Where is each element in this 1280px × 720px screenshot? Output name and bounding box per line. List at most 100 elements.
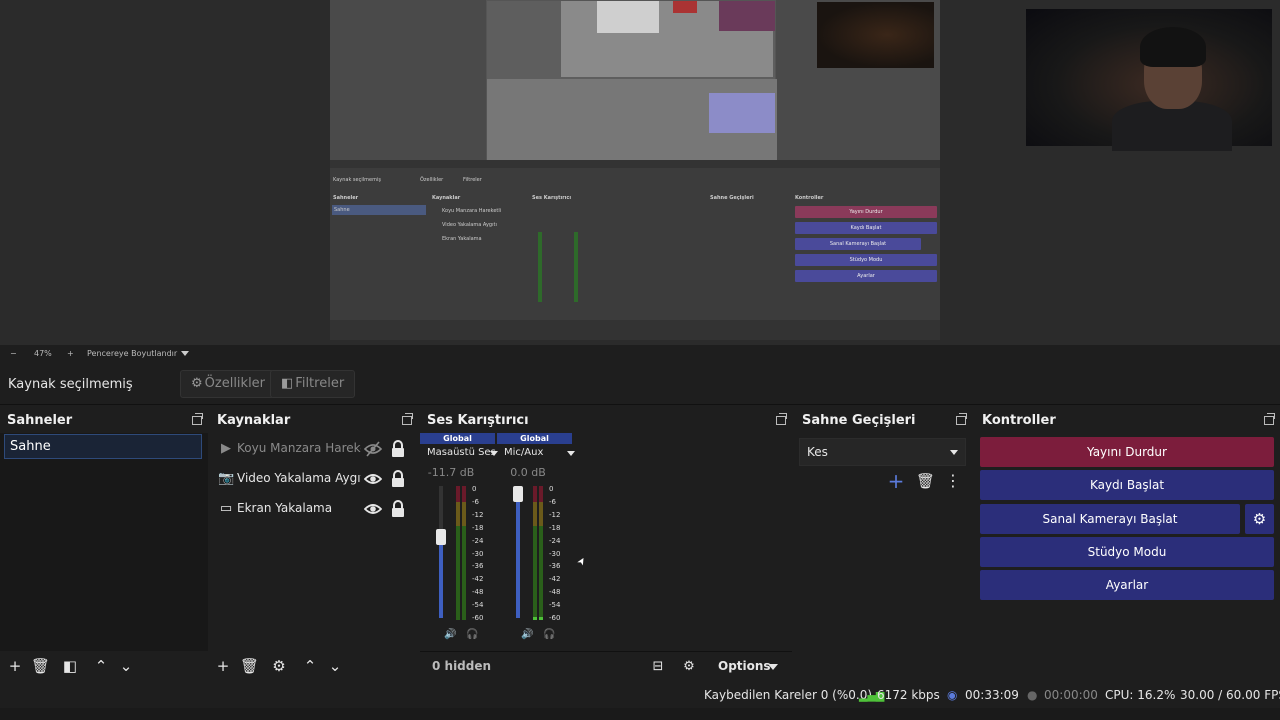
trash-icon[interactable]: 🗑	[916, 472, 935, 490]
preview-area[interactable]: Kaynak seçilmemiş Özellikler Filtreler S…	[0, 0, 1280, 345]
monitor-icon: ▭	[219, 501, 233, 516]
start-virtual-camera-button[interactable]: Sanal Kamerayı Başlat	[980, 504, 1240, 534]
scale-tick: -60	[472, 614, 484, 622]
transition-select[interactable]: Kes	[799, 438, 966, 466]
scale-tick: -24	[549, 536, 561, 545]
chevron-up-icon[interactable]: ⌃	[301, 657, 319, 675]
speaker-icon[interactable]: 🔊	[521, 629, 533, 640]
webcam-source-preview[interactable]	[1026, 9, 1272, 151]
lock-icon[interactable]	[391, 440, 405, 458]
audio-level-meter	[539, 486, 543, 620]
float-dock-icon[interactable]	[402, 413, 413, 425]
scale-tick: -6	[549, 497, 556, 506]
zoom-out-button[interactable]: −	[10, 349, 17, 358]
record-time: 00:00:00	[1044, 688, 1098, 702]
recording-icon: ●	[1027, 688, 1038, 702]
gear-icon: ⚙	[191, 376, 203, 391]
trash-icon[interactable]: 🗑	[240, 657, 259, 675]
nested-preview	[486, 0, 777, 161]
headphones-icon[interactable]: 🎧	[466, 629, 478, 640]
zoom-level: 47%	[34, 349, 52, 358]
fps: 30.00 / 60.00 FPS	[1180, 688, 1280, 702]
scale-tick: -18	[472, 523, 484, 532]
headphones-icon[interactable]: 🎧	[543, 629, 555, 640]
eye-hidden-icon[interactable]	[364, 441, 382, 457]
volume-fader[interactable]	[513, 486, 523, 618]
options-button[interactable]: Options	[709, 656, 783, 678]
scale-tick: -12	[472, 510, 484, 519]
audio-level-meter	[456, 486, 460, 620]
float-dock-icon[interactable]	[956, 413, 967, 425]
add-icon[interactable]: +	[214, 657, 232, 675]
scale-tick: -24	[472, 536, 484, 545]
filter-icon[interactable]: ◧	[61, 657, 79, 675]
chevron-down-icon[interactable]	[567, 451, 575, 456]
gear-icon[interactable]: ⚙	[270, 657, 288, 675]
channel-name[interactable]: Mic/Aux	[504, 447, 543, 458]
scene-item[interactable]: Sahne	[4, 434, 202, 459]
trash-icon[interactable]: 🗑	[31, 657, 50, 675]
source-item[interactable]: 📷 Video Yakalama Aygıtı	[216, 464, 412, 494]
volume-fill	[439, 535, 443, 618]
speaker-icon[interactable]: 🔊	[444, 629, 456, 640]
audio-level-meter	[462, 486, 466, 620]
start-recording-button[interactable]: Kaydı Başlat	[980, 470, 1274, 500]
add-icon[interactable]: +	[6, 657, 24, 675]
scale-tick: -18	[549, 523, 561, 532]
mixer-title: Ses Karıştırıcı	[427, 413, 529, 428]
volume-db: 0.0 dB	[510, 466, 546, 479]
filter-icon: ◧	[281, 376, 294, 391]
bitrate: 6172 kbps	[877, 688, 940, 702]
scale-tick: -36	[472, 562, 484, 571]
virtual-camera-settings-icon[interactable]: ⚙	[1245, 504, 1274, 534]
chevron-down-icon[interactable]: ⌄	[326, 657, 344, 675]
eye-icon[interactable]	[364, 471, 382, 487]
float-dock-icon[interactable]	[1264, 413, 1275, 425]
more-vertical-icon[interactable]: ⋮	[944, 472, 962, 490]
zoom-in-button[interactable]: +	[67, 349, 74, 358]
nested-obs-ui: Kaynak seçilmemiş Özellikler Filtreler S…	[330, 160, 940, 340]
channel-name[interactable]: Masaüstü Ses	[427, 447, 496, 458]
float-dock-icon[interactable]	[192, 413, 203, 425]
preview-canvas[interactable]: Kaynak seçilmemiş Özellikler Filtreler S…	[330, 0, 940, 340]
scale-tick: -42	[549, 575, 561, 584]
scale-tick: -36	[549, 562, 561, 571]
chevron-up-icon[interactable]: ⌃	[92, 657, 110, 675]
chevron-down-icon[interactable]	[181, 351, 189, 356]
audio-level-meter	[533, 486, 537, 620]
global-badge: Global	[497, 433, 572, 444]
audio-level-fill	[533, 617, 537, 620]
fit-to-window[interactable]: Pencereye Boyutlandır	[87, 349, 177, 358]
db-scale: 0 -6 -12 -18 -24 -30 -36 -42 -48 -54 -60	[472, 485, 492, 622]
stop-streaming-button[interactable]: Yayını Durdur	[980, 437, 1274, 467]
taskbar	[0, 708, 1280, 720]
studio-mode-button[interactable]: Stüdyo Modu	[980, 537, 1274, 567]
volume-db: -11.7 dB	[427, 466, 475, 479]
volume-fader[interactable]	[436, 486, 446, 618]
scale-tick: -12	[549, 510, 561, 519]
lock-icon[interactable]	[391, 500, 405, 518]
zoom-bar: − 47% + Pencereye Boyutlandır	[0, 345, 1280, 363]
fader-handle[interactable]	[436, 529, 446, 545]
streaming-icon: ◉	[947, 688, 958, 702]
scenes-title: Sahneler	[7, 413, 73, 428]
transitions-title: Sahne Geçişleri	[802, 413, 916, 428]
filters-button[interactable]: ◧ Filtreler	[270, 370, 356, 398]
controls-title: Kontroller	[982, 413, 1056, 428]
scene-transitions-dock: Sahne Geçişleri Kes + 🗑 ⋮	[795, 408, 972, 680]
source-item[interactable]: ▭ Ekran Yakalama	[216, 494, 412, 524]
float-dock-icon[interactable]	[776, 413, 787, 425]
hidden-count[interactable]: 0 hidden	[432, 659, 491, 673]
eye-icon[interactable]	[364, 501, 382, 517]
advanced-audio-icon[interactable]: ⚙	[680, 658, 698, 676]
properties-button[interactable]: ⚙ Özellikler	[180, 370, 277, 398]
add-transition-icon[interactable]: +	[887, 471, 905, 491]
fader-handle[interactable]	[513, 486, 523, 502]
layout-icon[interactable]: ⊟	[649, 658, 667, 676]
lock-icon[interactable]	[391, 470, 405, 488]
mixer-channel: Global Mic/Aux 0.0 dB 0 -6 -12 -18 -24 -30 -36 -42…	[497, 433, 575, 651]
mixer-channel: Global Masaüstü Ses -11.7 dB 0 -6 -12 -18 -24 -3…	[420, 433, 498, 651]
source-item[interactable]: ▶ Koyu Manzara Hareketli	[216, 434, 412, 464]
chevron-down-icon[interactable]: ⌄	[117, 657, 135, 675]
settings-button[interactable]: Ayarlar	[980, 570, 1274, 600]
